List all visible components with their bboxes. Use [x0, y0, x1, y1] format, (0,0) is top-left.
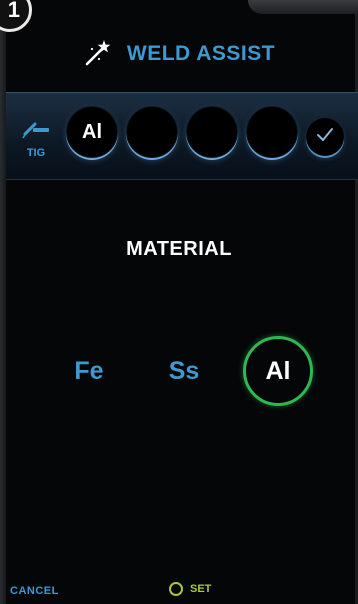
device-bezel-corner: [248, 0, 358, 14]
header: WELD ASSIST: [0, 34, 358, 74]
material-option-fe[interactable]: Fe: [54, 336, 124, 406]
step-3[interactable]: [186, 106, 238, 158]
material-option-ss[interactable]: Ss: [149, 336, 219, 406]
process-mode-indicator: TIG: [16, 118, 56, 168]
step-material[interactable]: Al: [66, 106, 118, 158]
tig-torch-icon: [21, 118, 51, 145]
step-2[interactable]: [126, 106, 178, 158]
checkmark-icon: [315, 125, 335, 150]
confirm-step[interactable]: [306, 118, 344, 156]
page-title: WELD ASSIST: [126, 42, 276, 65]
process-label: TIG: [26, 147, 46, 159]
magic-wand-icon: [83, 37, 113, 72]
material-option-al[interactable]: Al: [243, 336, 313, 406]
step-number-badge: 1: [0, 0, 32, 32]
section-title: MATERIAL: [126, 238, 232, 260]
set-label: SET: [190, 583, 212, 595]
step-4[interactable]: [246, 106, 298, 158]
cancel-button[interactable]: CANCEL: [10, 585, 59, 597]
set-button[interactable]: SET: [169, 582, 211, 596]
weld-assist-screen: 1 WELD ASSIST TIG Al MATERIAL Fe Ss Al C…: [0, 0, 358, 604]
set-ring-icon: [169, 582, 183, 596]
device-bezel-left: [0, 0, 6, 604]
